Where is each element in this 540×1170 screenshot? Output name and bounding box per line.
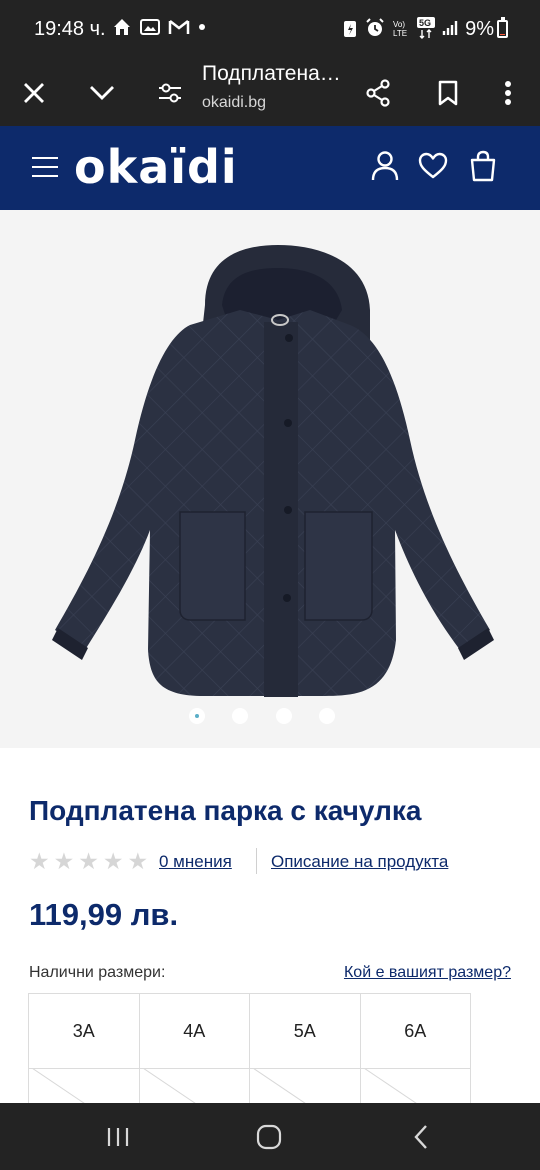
back-button[interactable] [381, 1103, 461, 1170]
reviews-link[interactable]: 0 мнения [159, 852, 232, 872]
browser-toolbar: Подплатена парка с качулка okaidi.bg [0, 60, 540, 126]
more-notifications-dot-icon [199, 24, 205, 30]
size-guide-link[interactable]: Кой е вашият размер? [344, 964, 511, 982]
svg-text:LTE: LTE [393, 29, 407, 38]
product-description-link[interactable]: Описание на продукта [271, 852, 448, 872]
home-button[interactable] [229, 1103, 309, 1170]
star-icon: ★ [29, 848, 50, 874]
size-option[interactable]: 4A [138, 993, 250, 1069]
star-icon: ★ [102, 848, 124, 874]
home-icon [114, 19, 130, 35]
available-sizes-label: Налични размери: [29, 964, 166, 981]
battery-percent: 9% [465, 18, 494, 40]
battery-saver-icon [344, 21, 356, 37]
gallery-pagination [0, 706, 540, 726]
close-tab-button[interactable] [10, 60, 58, 126]
star-icon: ★ [127, 848, 149, 874]
rating-stars: ★ ★ ★ ★ ★ [29, 849, 148, 873]
star-icon: ★ [78, 848, 99, 874]
gallery-dot[interactable] [276, 708, 292, 724]
5g-icon: 5G [417, 17, 435, 39]
wishlist-button[interactable] [418, 150, 448, 182]
bookmark-button[interactable] [424, 60, 472, 126]
bookmark-icon [438, 80, 458, 106]
divider [256, 848, 257, 874]
cart-button[interactable] [468, 150, 498, 182]
status-time: 19:48 ч. [34, 18, 106, 40]
user-icon [371, 151, 399, 181]
product-gallery[interactable] [0, 210, 540, 748]
more-vertical-icon [505, 81, 511, 105]
gmail-icon [168, 20, 190, 34]
heart-icon [418, 152, 448, 179]
home-circle-icon [256, 1124, 282, 1149]
product-price: 119,99 лв. [29, 897, 179, 932]
size-option[interactable]: 5A [249, 993, 361, 1069]
size-option[interactable]: 6A [359, 993, 471, 1069]
product-title: Подплатена парка с качулка [29, 795, 422, 826]
recent-apps-button[interactable] [78, 1103, 158, 1170]
page-title[interactable]: Подплатена парка с качулка [202, 62, 342, 86]
share-icon [366, 79, 390, 107]
volte-icon: Vo)LTE [393, 20, 407, 38]
recent-apps-icon [107, 1127, 129, 1146]
status-system-icons: Vo) LTE 5G [342, 17, 460, 39]
gallery-dot[interactable] [319, 708, 335, 724]
site-settings-button[interactable] [146, 60, 194, 126]
parka-jacket-image [52, 245, 494, 697]
shopping-bag-icon [470, 150, 496, 182]
status-notification-icons [112, 17, 206, 37]
site-logo[interactable]: okaïdi [74, 140, 238, 194]
signal-icon [442, 21, 458, 35]
svg-text:5G: 5G [419, 18, 431, 28]
share-button[interactable] [354, 60, 402, 126]
size-row: 3A 4A 5A 6A [28, 993, 474, 1069]
status-bar: 19:48 ч. Vo) LTE 5G 9% [0, 0, 540, 60]
photo-icon [140, 19, 160, 35]
minimize-tab-button[interactable] [78, 60, 126, 126]
gallery-dot[interactable] [189, 708, 205, 724]
tune-icon [159, 83, 181, 103]
system-navigation-bar [0, 1103, 540, 1170]
site-header: okaïdi [0, 126, 540, 210]
page-url[interactable]: okaidi.bg [202, 94, 266, 112]
gallery-dot[interactable] [232, 708, 248, 724]
svg-text:Vo): Vo) [393, 20, 405, 29]
close-icon [24, 83, 44, 103]
size-option[interactable]: 3A [28, 993, 140, 1069]
chevron-down-icon [90, 86, 114, 100]
battery-icon [497, 17, 508, 38]
account-button[interactable] [370, 150, 400, 182]
menu-icon[interactable] [32, 157, 58, 177]
back-icon [414, 1124, 427, 1149]
alarm-icon [366, 18, 384, 36]
browser-menu-button[interactable] [486, 60, 530, 126]
star-icon: ★ [53, 848, 75, 874]
